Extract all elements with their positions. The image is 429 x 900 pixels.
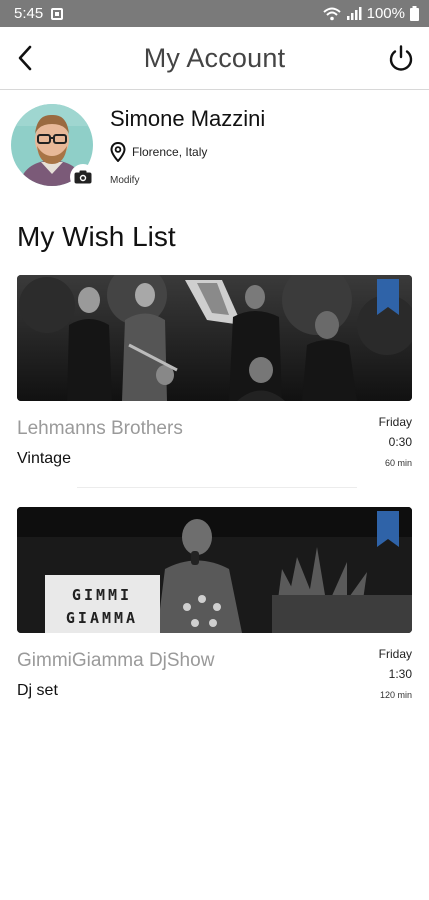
power-icon (389, 45, 413, 71)
change-photo-button[interactable] (70, 164, 96, 190)
event-day: Friday (378, 647, 412, 661)
user-name: Simone Mazzini (110, 106, 266, 131)
sign-line-2: GIAMMA (66, 609, 138, 627)
event-image: GIMMI GIAMMA (17, 507, 412, 633)
battery-percent: 100% (366, 5, 405, 22)
battery-icon (410, 6, 419, 21)
location-row: Florence, Italy (110, 142, 207, 162)
modify-profile-link[interactable]: Modify (110, 175, 139, 186)
event-time: 1:30 (388, 667, 412, 681)
event-day: Friday (378, 415, 412, 429)
status-time: 5:45 (14, 5, 44, 22)
location-text: Florence, Italy (132, 145, 208, 159)
event-duration: 120 min (379, 690, 412, 700)
event-genre: Vintage (17, 450, 71, 467)
wifi-icon (322, 7, 341, 20)
event-name: Lehmanns Brothers (17, 418, 183, 439)
app-header: My Account (0, 27, 429, 90)
bookmark-icon[interactable] (377, 279, 399, 315)
chevron-left-icon (18, 45, 32, 71)
sign-line-1: GIMMI (72, 586, 132, 604)
location-pin-icon (110, 142, 126, 162)
camera-icon (74, 170, 92, 184)
notification-box-icon (51, 7, 64, 20)
event-image (17, 275, 412, 401)
signal-icon (346, 6, 362, 20)
event-duration: 60 min (384, 458, 412, 468)
status-bar: 5:45 100% (0, 0, 429, 27)
page-title: My Account (143, 42, 286, 73)
logout-button[interactable] (385, 41, 417, 75)
event-time: 0:30 (388, 435, 412, 449)
back-button[interactable] (10, 41, 40, 75)
wishlist-card[interactable]: GIMMI GIAMMA GimmiGiamma DjShow Dj set F… (17, 507, 412, 700)
event-name: GimmiGiamma DjShow (17, 650, 215, 671)
event-genre: Dj set (17, 682, 58, 699)
wishlist-card[interactable]: Lehmanns Brothers Vintage Friday 0:30 60… (17, 275, 412, 488)
bookmark-icon[interactable] (377, 511, 399, 547)
wishlist-title: My Wish List (17, 221, 176, 252)
divider (77, 487, 357, 488)
